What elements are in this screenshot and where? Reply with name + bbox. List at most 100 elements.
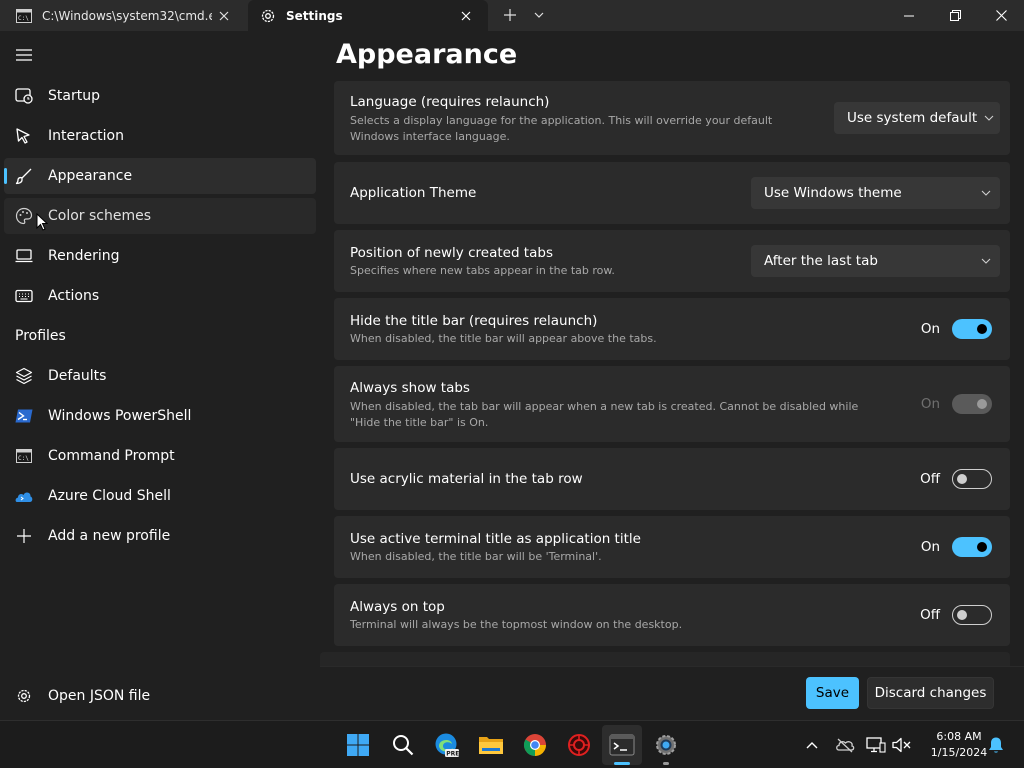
application-theme-dropdown[interactable]: Use Windows theme	[751, 177, 1000, 209]
monitor-icon	[15, 247, 33, 265]
minimize-button[interactable]	[886, 0, 932, 31]
svg-text:C:\: C:\	[18, 15, 29, 22]
dropdown-value: Use Windows theme	[764, 185, 902, 201]
setting-title: Application Theme	[350, 185, 477, 201]
toggle-switch	[952, 394, 992, 414]
setting-description: When disabled, the title bar will be 'Te…	[350, 550, 602, 563]
restore-button[interactable]	[932, 0, 978, 31]
sidebar-item-label: Windows PowerShell	[48, 408, 192, 424]
edge-badge-label: PRE	[446, 751, 459, 758]
chevron-down-icon	[972, 258, 1000, 264]
sidebar-item-defaults[interactable]: Defaults	[4, 358, 316, 394]
toggle-state-label: On	[920, 539, 940, 555]
gear-icon	[260, 8, 276, 24]
terminal-running-indicator	[614, 762, 630, 765]
search-icon[interactable]	[389, 731, 417, 759]
menu-toggle-button[interactable]	[12, 45, 36, 65]
title-bar: C:\ C:\Windows\system32\cmd.exe Settings	[0, 0, 1024, 31]
toggle-switch[interactable]	[952, 605, 992, 625]
close-window-button[interactable]	[978, 0, 1024, 31]
sidebar-item-label: Open JSON file	[48, 688, 151, 704]
cloud-offline-icon[interactable]	[835, 735, 855, 755]
notification-bell-icon[interactable]	[986, 735, 1006, 755]
sidebar-item-label: Defaults	[48, 368, 107, 384]
network-icon[interactable]	[866, 735, 886, 755]
brush-icon	[15, 167, 33, 185]
sidebar-item-appearance[interactable]: Appearance	[4, 158, 316, 194]
taskbar: PRE 6:08 AM 1/15/2024	[0, 720, 1024, 768]
settings-content: Appearance Language (requires relaunch) …	[320, 31, 1024, 666]
dropdown-value: After the last tab	[764, 253, 878, 269]
chevron-down-icon	[972, 190, 1000, 196]
language-dropdown[interactable]: Use system default	[834, 102, 1000, 134]
close-icon[interactable]	[212, 4, 236, 28]
sidebar-item-rendering[interactable]: Rendering	[4, 238, 316, 274]
windows-start-icon[interactable]	[344, 731, 372, 759]
sidebar-item-windows-powershell[interactable]: Windows PowerShell	[4, 398, 316, 434]
sidebar-item-label: Interaction	[48, 128, 124, 144]
dropdown-value: Use system default	[847, 110, 978, 126]
sidebar-item-interaction[interactable]: Interaction	[4, 118, 316, 154]
setting-acrylic-tab-row: Use acrylic material in the tab row Off	[334, 448, 1010, 510]
always-on-top-toggle[interactable]: Off	[918, 604, 992, 626]
setting-application-theme: Application Theme Use Windows theme	[334, 162, 1010, 224]
setting-active-terminal-title: Use active terminal title as application…	[334, 516, 1010, 578]
volume-muted-icon[interactable]	[892, 735, 912, 755]
chevron-down-icon	[534, 12, 544, 18]
sidebar-item-label: Actions	[48, 288, 100, 304]
plus-icon	[15, 527, 33, 545]
setting-next-partial	[320, 652, 1010, 666]
sidebar: Startup Interaction Appearance Color sch…	[0, 31, 320, 720]
app-icon[interactable]	[565, 731, 593, 759]
toggle-switch[interactable]	[952, 537, 992, 557]
terminal-icon[interactable]	[608, 731, 636, 759]
acrylic-tab-row-toggle[interactable]: Off	[918, 468, 992, 490]
always-show-tabs-toggle: On	[918, 393, 992, 415]
tab-dropdown-button[interactable]	[527, 4, 551, 26]
sidebar-item-actions[interactable]: Actions	[4, 278, 316, 314]
setting-title: Use active terminal title as application…	[350, 531, 641, 547]
mouse-cursor-icon	[36, 212, 49, 235]
sidebar-item-label: Appearance	[48, 168, 133, 184]
active-terminal-title-toggle[interactable]: On	[918, 536, 992, 558]
layers-icon	[15, 367, 33, 385]
settings-icon[interactable]	[652, 731, 680, 759]
toggle-switch[interactable]	[952, 319, 992, 339]
profiles-header: Profiles	[15, 328, 66, 344]
sidebar-item-azure-cloud-shell[interactable]: Azure Cloud Shell	[4, 478, 316, 514]
tab-cmd[interactable]: C:\ C:\Windows\system32\cmd.exe	[4, 0, 246, 31]
close-icon[interactable]	[454, 4, 478, 28]
azure-icon	[15, 487, 33, 505]
setting-title: Hide the title bar (requires relaunch)	[350, 313, 598, 329]
hamburger-icon	[16, 49, 32, 61]
sidebar-item-color-schemes[interactable]: Color schemes	[4, 198, 316, 234]
sidebar-item-add-new-profile[interactable]: Add a new profile	[4, 518, 316, 554]
svg-text:C:\: C:\	[18, 455, 29, 462]
chevron-up-icon[interactable]	[802, 735, 822, 755]
sidebar-item-label: Color schemes	[48, 208, 152, 224]
setting-language: Language (requires relaunch) Selects a d…	[334, 81, 1010, 155]
cmd-icon: C:\	[15, 447, 33, 465]
discard-changes-button[interactable]: Discard changes	[867, 677, 994, 709]
setting-title: Use acrylic material in the tab row	[350, 471, 583, 487]
hide-title-bar-toggle[interactable]: On	[918, 318, 992, 340]
open-json-file-button[interactable]: Open JSON file	[4, 678, 316, 714]
file-explorer-icon[interactable]	[477, 731, 505, 759]
keyboard-icon	[15, 287, 33, 305]
sidebar-item-startup[interactable]: Startup	[4, 78, 316, 114]
toggle-state-label: Off	[920, 471, 940, 487]
new-tab-button[interactable]	[498, 4, 522, 26]
chrome-icon[interactable]	[521, 731, 549, 759]
sidebar-item-label: Command Prompt	[48, 448, 175, 464]
setting-title: Always show tabs	[350, 380, 470, 396]
toggle-switch[interactable]	[952, 469, 992, 489]
edge-beta-icon[interactable]: PRE	[433, 731, 461, 759]
save-button[interactable]: Save	[806, 677, 859, 709]
cmd-icon: C:\	[16, 8, 32, 24]
setting-always-on-top: Always on top Terminal will always be th…	[334, 584, 1010, 646]
new-tab-position-dropdown[interactable]: After the last tab	[751, 245, 1000, 277]
plus-icon	[504, 9, 516, 21]
tab-settings[interactable]: Settings	[248, 0, 488, 31]
restore-icon	[949, 10, 961, 21]
sidebar-item-command-prompt[interactable]: C:\ Command Prompt	[4, 438, 316, 474]
